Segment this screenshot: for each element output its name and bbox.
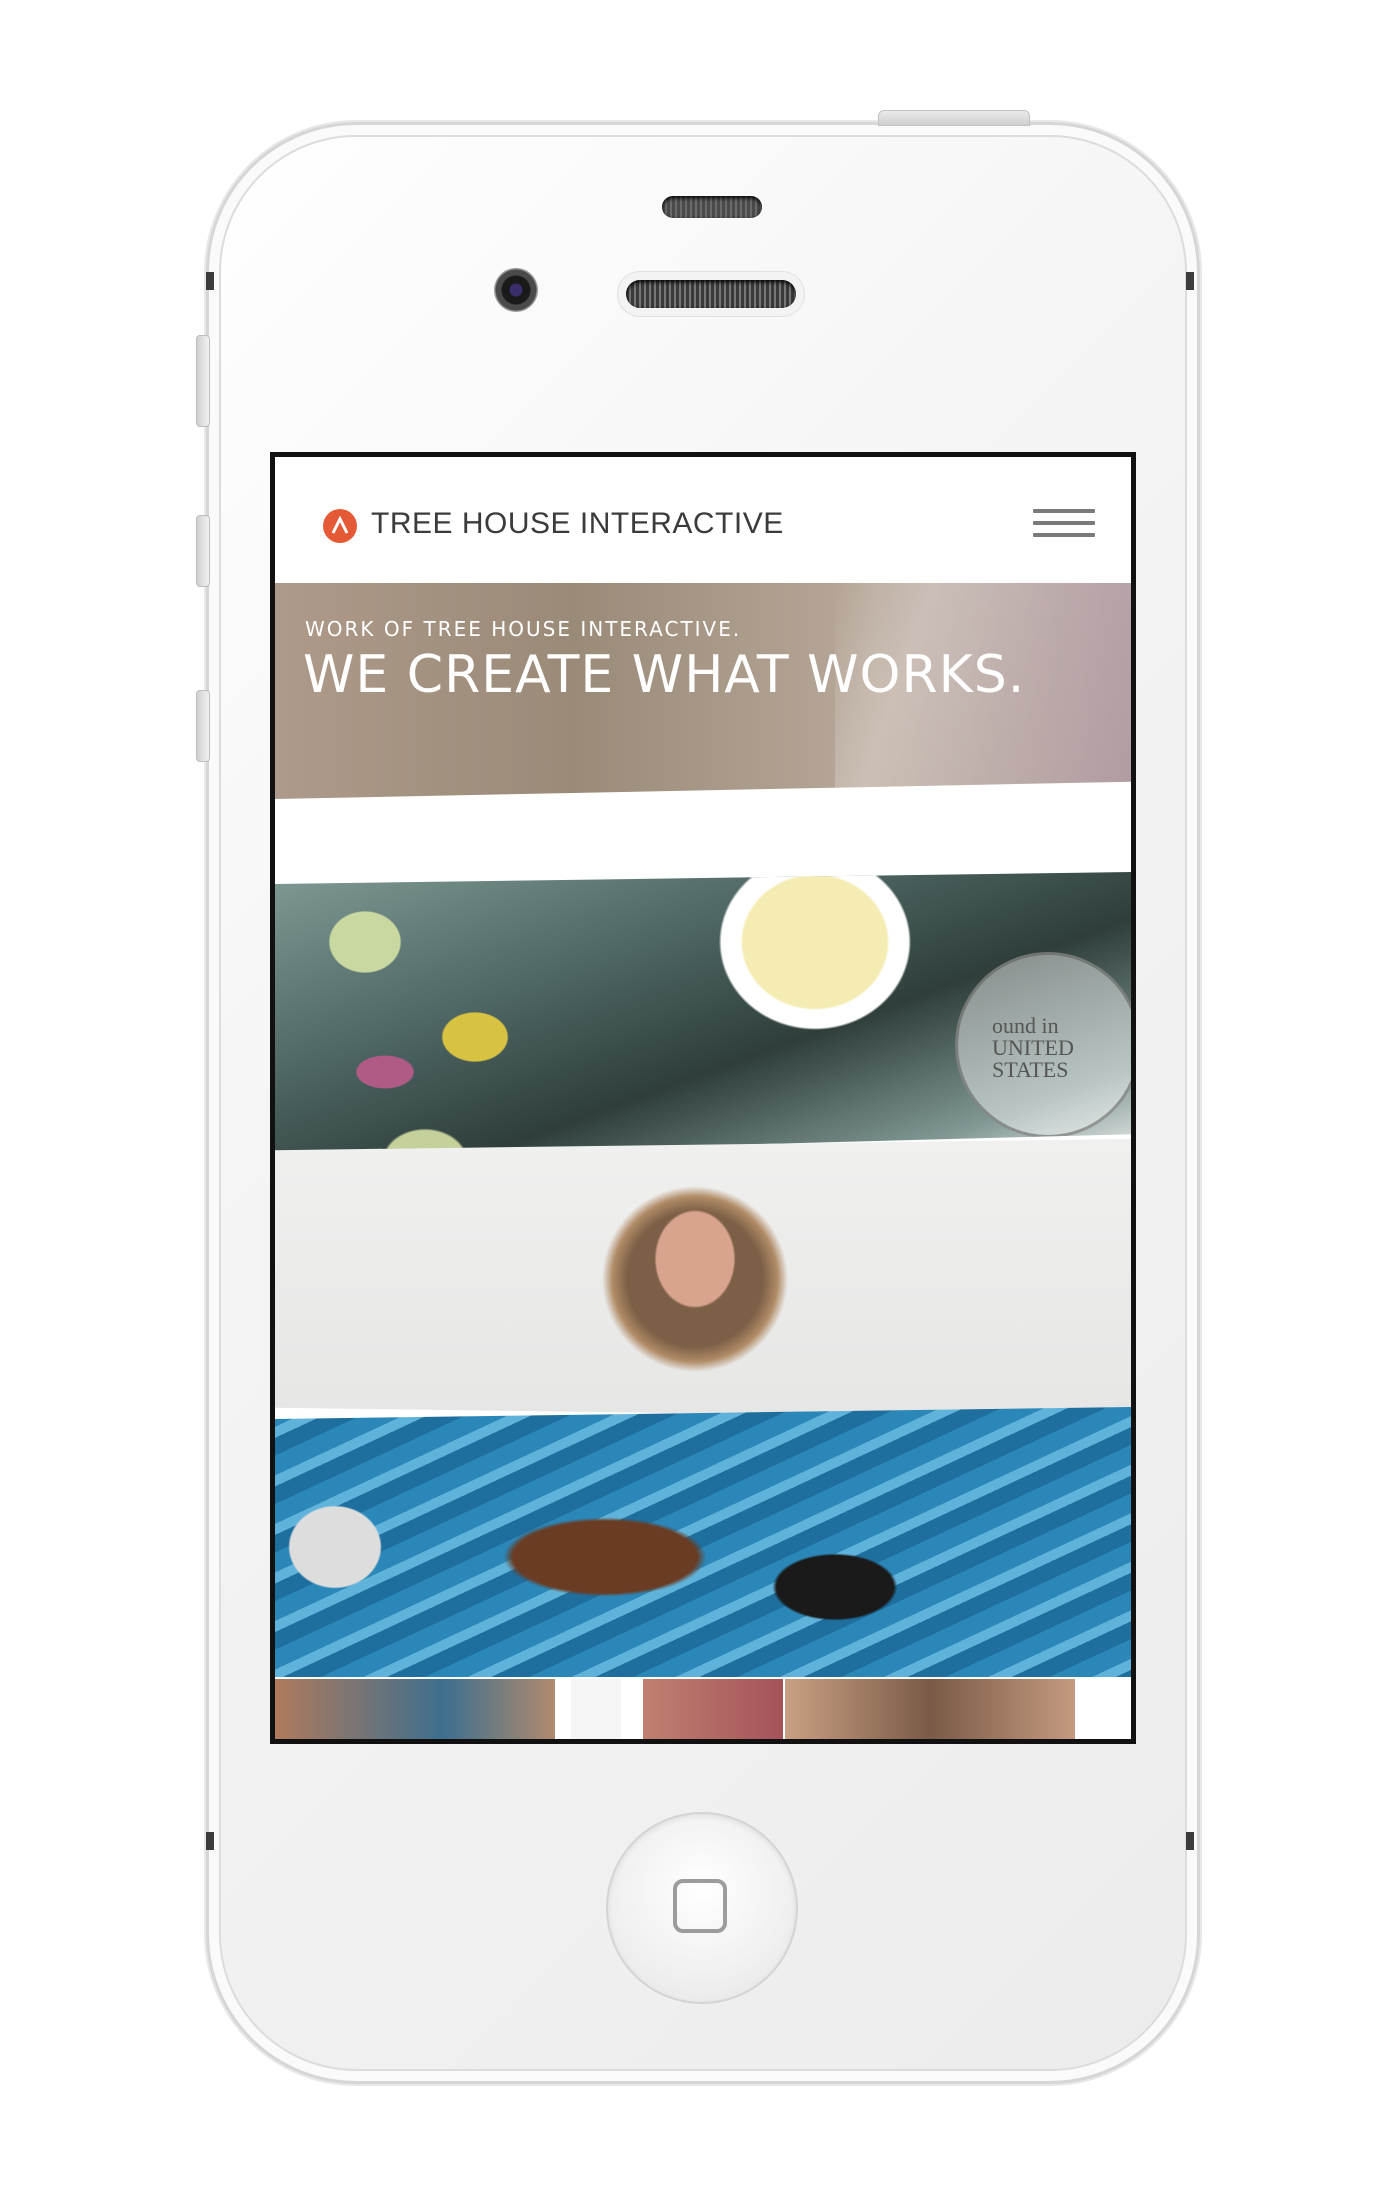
postal-stamp-graphic: ound in UNITED STATES (955, 952, 1131, 1138)
stamp-line-3: STATES (992, 1057, 1069, 1082)
front-camera (494, 268, 538, 312)
antenna-band (206, 1832, 214, 1850)
earpiece-grille (662, 196, 762, 218)
hero-banner: WORK OF TREE HOUSE INTERACTIVE. WE CREAT… (275, 583, 1131, 799)
project-image-lotion[interactable]: ound in UNITED STATES (275, 872, 1131, 1157)
speaker-grille (626, 280, 796, 308)
project-image-strip[interactable] (275, 1679, 1131, 1739)
phone-screen: TREE HOUSE INTERACTIVE WORK OF TREE HOUS… (270, 452, 1136, 1744)
project-image-pool[interactable] (275, 1407, 1131, 1677)
mute-switch[interactable] (196, 335, 210, 427)
site-header: TREE HOUSE INTERACTIVE (275, 457, 1131, 583)
stamp-text: ound in UNITED STATES (992, 1015, 1074, 1081)
strip-gap (571, 1679, 621, 1739)
brand-name[interactable]: TREE HOUSE INTERACTIVE (371, 507, 784, 541)
triangle-logo-icon[interactable] (323, 509, 357, 543)
hamburger-menu-icon[interactable] (1033, 509, 1095, 543)
antenna-band (1186, 272, 1194, 290)
volume-down-button[interactable] (196, 690, 210, 762)
stamp-line-1: ound in (992, 1013, 1059, 1038)
volume-up-button[interactable] (196, 515, 210, 587)
stamp-line-2: UNITED (992, 1035, 1074, 1060)
strip-lips (643, 1679, 783, 1739)
hero-title: WE CREATE WHAT WORKS. (303, 645, 1026, 705)
hero-subtitle: WORK OF TREE HOUSE INTERACTIVE. (305, 617, 742, 641)
power-button[interactable] (878, 110, 1030, 126)
strip-eye-shadow (275, 1679, 555, 1739)
project-image-portrait[interactable] (275, 1139, 1131, 1419)
strip-eyebrow (785, 1679, 1075, 1739)
antenna-band (1186, 1832, 1194, 1850)
home-button-icon (673, 1879, 727, 1933)
home-button[interactable] (606, 1812, 798, 2004)
antenna-band (206, 272, 214, 290)
